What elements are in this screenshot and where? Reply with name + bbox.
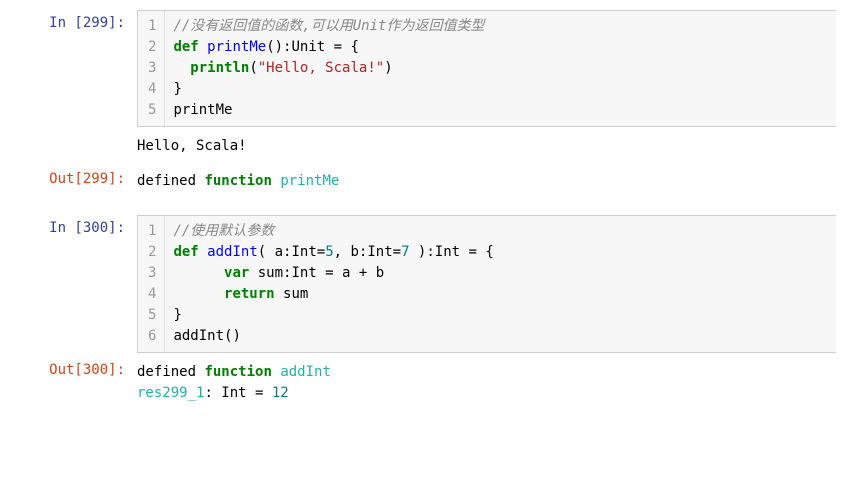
- line-gutter: 1 2 3 4 5: [138, 11, 165, 126]
- code-area[interactable]: //使用默认参数 def addInt( a:Int=5, b:Int=7 ):…: [165, 216, 836, 352]
- code-input[interactable]: 1 2 3 4 5//没有返回值的函数,可以用Unit作为返回值类型 def p…: [137, 10, 836, 127]
- input-cell: In [300]:1 2 3 4 5 6//使用默认参数 def addInt(…: [10, 215, 836, 353]
- out-prompt: Out[300]:: [10, 357, 137, 409]
- in-prompt: In [299]:: [10, 10, 137, 127]
- output-text: defined function printMe: [137, 166, 836, 197]
- code-input[interactable]: 1 2 3 4 5 6//使用默认参数 def addInt( a:Int=5,…: [137, 215, 836, 353]
- code-area[interactable]: //没有返回值的函数,可以用Unit作为返回值类型 def printMe():…: [165, 11, 836, 126]
- input-cell: In [299]:1 2 3 4 5//没有返回值的函数,可以用Unit作为返回…: [10, 10, 836, 127]
- in-prompt: In [300]:: [10, 215, 137, 353]
- output-cell: Out[300]:defined function addInt res299_…: [10, 357, 836, 409]
- stdout-cell: Hello, Scala!: [10, 131, 836, 162]
- line-gutter: 1 2 3 4 5 6: [138, 216, 165, 352]
- out-prompt: Out[299]:: [10, 166, 137, 197]
- output-cell: Out[299]:defined function printMe: [10, 166, 836, 197]
- output-text: defined function addInt res299_1: Int = …: [137, 357, 836, 409]
- stdout-text: Hello, Scala!: [137, 131, 836, 162]
